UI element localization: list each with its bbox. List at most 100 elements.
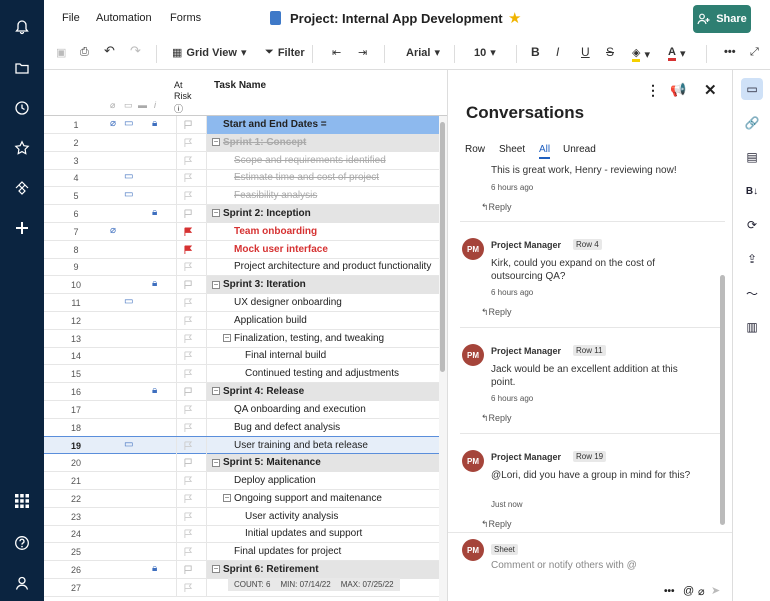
at-risk-cell[interactable] <box>176 383 206 401</box>
flag-empty-icon[interactable] <box>184 441 193 451</box>
flag-empty-icon[interactable] <box>184 262 193 272</box>
activity-log-icon[interactable]: 〜 <box>741 282 763 304</box>
grid-scrollbar-thumb[interactable] <box>440 122 445 372</box>
task-name-cell[interactable]: Deploy application <box>206 472 439 490</box>
at-risk-cell[interactable] <box>176 418 206 437</box>
at-risk-cell[interactable] <box>176 525 206 544</box>
italic-icon[interactable]: I <box>556 45 559 59</box>
collapse-toggle-icon[interactable]: − <box>212 138 220 147</box>
conversations-icon[interactable]: ▭ <box>741 78 763 100</box>
at-risk-cell[interactable] <box>176 454 206 473</box>
table-row[interactable]: 10 🔒︎ − Sprint 3: Iteration <box>44 276 439 295</box>
underline-icon[interactable]: U <box>581 45 590 59</box>
bold-icon[interactable]: B <box>531 45 540 59</box>
fullscreen-expand-icon[interactable]: ⤢ <box>750 46 759 59</box>
row-number[interactable]: 22 <box>60 494 92 504</box>
flag-white-icon[interactable] <box>184 120 193 129</box>
panel-more-icon[interactable]: ⋮ <box>646 82 660 99</box>
table-row[interactable]: 14 Final internal build <box>44 347 439 366</box>
text-color-icon[interactable]: A ▾ <box>668 46 685 61</box>
comment-icon[interactable]: ▭ <box>124 439 133 450</box>
at-risk-cell[interactable] <box>176 543 206 562</box>
notifications-bell-icon[interactable] <box>0 14 44 40</box>
row-number[interactable]: 17 <box>60 405 92 415</box>
at-risk-header[interactable]: At Risk <box>174 80 200 102</box>
at-risk-cell[interactable] <box>176 258 206 277</box>
reply-button[interactable]: ↰Reply <box>481 413 512 424</box>
row-number[interactable]: 13 <box>60 334 92 344</box>
comment-icon[interactable]: ▭ <box>124 296 133 307</box>
at-risk-cell[interactable] <box>176 133 206 152</box>
table-row[interactable]: 9 Project architecture and product functi… <box>44 258 439 277</box>
attachment-icon[interactable]: ⌀ <box>110 225 116 236</box>
menu-automation[interactable]: Automation <box>96 12 152 24</box>
at-risk-cell[interactable] <box>176 400 206 419</box>
task-name-cell[interactable]: UX designer onboarding <box>206 294 439 312</box>
table-row[interactable]: 23 User activity analysis <box>44 507 439 526</box>
task-name-cell[interactable]: Final updates for project <box>206 543 439 562</box>
table-row[interactable]: 7 ⌀ Team onboarding <box>44 222 439 241</box>
row-number[interactable]: 11 <box>60 298 92 308</box>
row-tag[interactable]: Row 4 <box>573 239 602 250</box>
tab-all[interactable]: All <box>539 144 551 159</box>
view-selector[interactable]: ▦ Grid View ▾ <box>172 46 246 60</box>
flag-white-icon[interactable] <box>184 280 193 290</box>
attachment-icon[interactable]: ⌀ <box>110 118 116 129</box>
collapse-toggle-icon[interactable]: − <box>212 458 220 467</box>
table-row[interactable]: 5 ▭ Feasibility analysis <box>44 187 439 206</box>
flag-empty-icon[interactable] <box>184 529 193 539</box>
flag-empty-icon[interactable] <box>184 583 193 592</box>
table-row[interactable]: 1 ⌀ ▭ 🔒︎ Start and End Dates = <box>44 116 439 134</box>
more-options-icon[interactable]: ••• <box>724 46 736 58</box>
row-number[interactable]: 19 <box>60 441 92 451</box>
at-risk-cell[interactable] <box>176 329 206 348</box>
row-number[interactable]: 5 <box>60 191 92 201</box>
flag-empty-icon[interactable] <box>184 298 193 307</box>
task-name-cell[interactable]: − Sprint 4: Release <box>206 383 439 401</box>
flag-red-icon[interactable] <box>184 227 193 236</box>
at-risk-cell[interactable] <box>176 578 206 597</box>
table-row[interactable]: 19 ▭ User training and beta release <box>44 436 439 456</box>
collapse-toggle-icon[interactable]: − <box>212 565 220 574</box>
tab-row[interactable]: Row <box>465 144 485 155</box>
at-risk-cell[interactable] <box>176 294 206 312</box>
reply-button[interactable]: ↰Reply <box>481 202 512 213</box>
task-name-cell[interactable]: QA onboarding and execution <box>206 400 439 419</box>
task-name-cell[interactable]: Bug and defect analysis <box>206 418 439 437</box>
row-number[interactable]: 16 <box>60 387 92 397</box>
row-number[interactable]: 18 <box>60 423 92 433</box>
task-name-cell[interactable]: Mock user interface <box>206 240 439 259</box>
comment-icon[interactable]: ▭ <box>124 171 133 182</box>
at-risk-cell[interactable] <box>176 437 206 456</box>
share-button[interactable]: Share <box>693 5 751 33</box>
font-size-select[interactable]: 10 ▾ <box>474 46 496 60</box>
table-row[interactable]: 4 ▭ Estimate time and cost of project <box>44 169 439 188</box>
favorite-star-icon[interactable]: ★ <box>508 9 521 27</box>
flag-empty-icon[interactable] <box>184 405 193 414</box>
task-name-cell[interactable]: Application build <box>206 311 439 330</box>
flag-red-icon[interactable] <box>184 245 193 254</box>
solution-center-icon[interactable] <box>0 175 44 201</box>
menu-file[interactable]: File <box>62 12 80 24</box>
task-name-cell[interactable]: Start and End Dates = <box>206 116 439 134</box>
flag-empty-icon[interactable] <box>184 173 193 183</box>
strikethrough-icon[interactable]: S <box>606 45 614 59</box>
table-row[interactable]: 6 🔒︎ − Sprint 2: Inception <box>44 205 439 223</box>
row-number[interactable]: 23 <box>60 512 92 522</box>
reply-button[interactable]: ↰Reply <box>481 307 512 318</box>
attach-icon[interactable]: ⌀ <box>698 585 705 598</box>
at-risk-cell[interactable] <box>176 489 206 508</box>
collapse-toggle-icon[interactable]: − <box>212 209 220 218</box>
flag-empty-icon[interactable] <box>184 191 193 201</box>
send-icon[interactable]: ➤ <box>711 584 720 597</box>
attachments-link-icon[interactable]: 🔗 <box>741 112 763 134</box>
row-number[interactable]: 4 <box>60 173 92 183</box>
row-number[interactable]: 6 <box>60 209 92 219</box>
flag-empty-icon[interactable] <box>184 476 193 485</box>
at-risk-cell[interactable] <box>176 472 206 490</box>
outdent-icon[interactable]: ⇤ <box>332 46 341 59</box>
table-row[interactable]: 18 Bug and defect analysis <box>44 418 439 437</box>
table-row[interactable]: 3 Scope and requirements identified <box>44 151 439 170</box>
save-icon[interactable]: ▣ <box>56 46 66 59</box>
grid-scrollbar[interactable] <box>439 116 447 601</box>
